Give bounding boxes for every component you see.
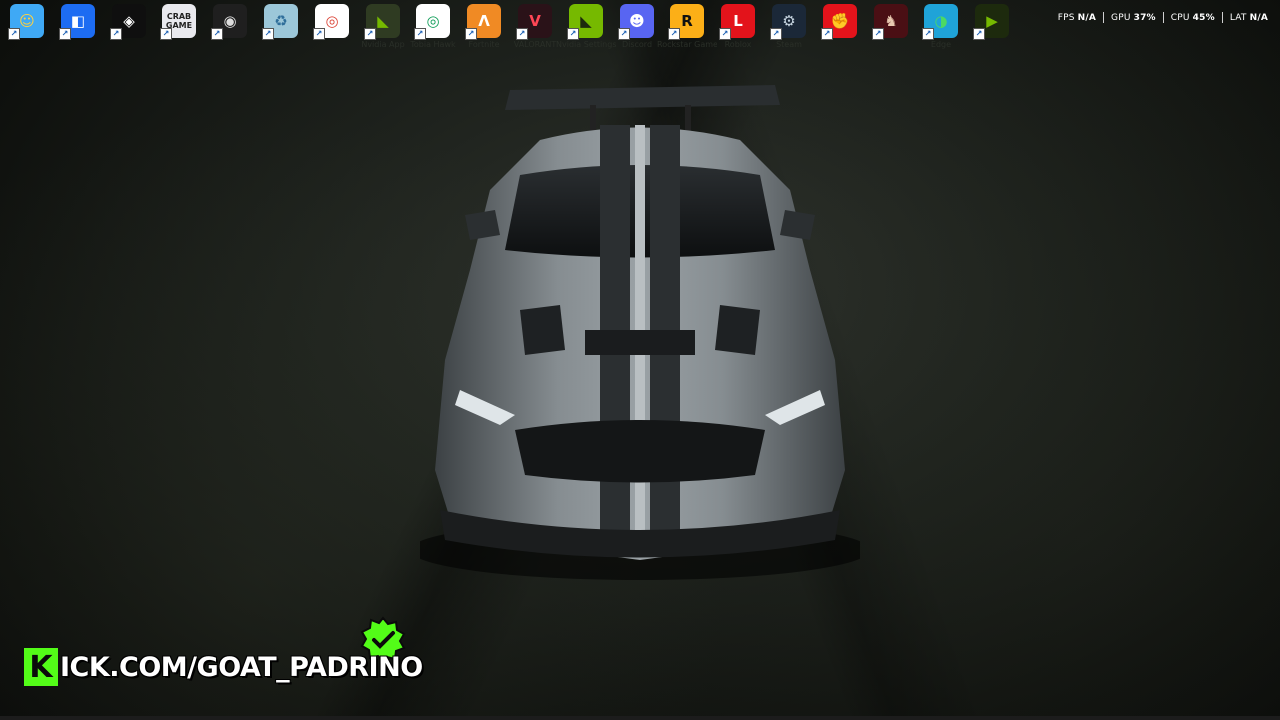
desktop-shortcut[interactable]: ◧ ↗ [53, 4, 103, 60]
roblox-icon: ◈ ↗ [110, 4, 146, 40]
desktop-shortcut[interactable]: ⚙ ↗ Steam [764, 4, 814, 60]
taskbar-edge [0, 716, 1280, 720]
obs-studio-icon: ◉ ↗ [211, 4, 247, 40]
lat-label: LAT [1229, 12, 1247, 23]
shortcut-arrow-icon: ↗ [262, 28, 274, 40]
fps-label: FPS [1057, 12, 1075, 23]
shortcut-arrow-icon: ↗ [618, 28, 630, 40]
gpu-value: 37% [1133, 12, 1156, 23]
shortcut-arrow-icon: ↗ [160, 28, 172, 40]
lat-value: N/A [1249, 12, 1268, 23]
desktop-shortcut[interactable]: ◈ ↗ [104, 4, 154, 60]
nvidia-geforce-icon: ▶ ↗ [973, 4, 1009, 40]
microsoft-edge-icon: ◑ ↗ [922, 4, 958, 40]
shortcut-arrow-icon: ↗ [770, 28, 782, 40]
roblox-red-icon: L ↗ [719, 4, 755, 40]
nvidia-settings-icon: ◣ ↗ [567, 4, 603, 40]
recycle-bin-icon: ♻ ↗ [262, 4, 298, 40]
overlay-divider [1221, 12, 1223, 23]
cpu-value: 45% [1192, 12, 1215, 23]
desktop-shortcut[interactable]: ☻ ↗ Discord [612, 4, 662, 60]
shortcut-arrow-icon: ↗ [821, 28, 833, 40]
desktop-shortcut[interactable]: Λ ↗ Fortnite [459, 4, 509, 60]
overlay-divider [1103, 12, 1105, 23]
shortcut-arrow-icon: ↗ [364, 28, 376, 40]
crab-game-icon: CRAB GAME ↗ [160, 4, 196, 40]
desktop-shortcut[interactable]: L ↗ Roblox [713, 4, 763, 60]
kick-channel-watermark: K ICK.COM/GOAT_PADRINO [24, 646, 423, 688]
desktop-shortcut[interactable]: ▶ ↗ [967, 4, 1017, 60]
shortcut-arrow-icon: ↗ [719, 28, 731, 40]
shortcut-arrow-icon: ↗ [922, 28, 934, 40]
shortcut-arrow-icon: ↗ [110, 28, 122, 40]
shortcut-arrow-icon: ↗ [211, 28, 223, 40]
desktop-shortcut[interactable]: ◉ ↗ [205, 4, 255, 60]
desktop-shortcut[interactable]: V ↗ VALORANT [510, 4, 560, 60]
desktop-shortcut[interactable]: ◣ ↗ Nvidia Settings [556, 4, 616, 60]
discord-icon: ☻ ↗ [618, 4, 654, 40]
gpu-label: GPU [1111, 12, 1131, 23]
kick-channel-url: ICK.COM/GOAT_PADRINO [60, 651, 423, 683]
shortcut-arrow-icon: ↗ [414, 28, 426, 40]
kick-logo-letter: K [24, 648, 58, 686]
shortcut-arrow-icon: ↗ [313, 28, 325, 40]
shortcut-arrow-icon: ↗ [668, 28, 680, 40]
game-character-icon: ♞ ↗ [872, 4, 908, 40]
wallpaper-car-image [420, 85, 860, 580]
nvidia-app-icon: ◣ ↗ [364, 4, 400, 40]
desktop-shortcut[interactable]: ♻ ↗ [256, 4, 306, 60]
stumble-guys-icon: ☺ ↗ [8, 4, 44, 40]
desktop-shortcut[interactable]: ☺ ↗ [2, 4, 52, 60]
fortnite-icon: Λ ↗ [465, 4, 501, 40]
fps-value: N/A [1077, 12, 1097, 23]
cpu-label: CPU [1170, 12, 1190, 23]
shortcut-arrow-icon: ↗ [59, 28, 71, 40]
desktop-shortcut-label: Edge [930, 40, 952, 49]
shortcut-arrow-icon: ↗ [872, 28, 884, 40]
fist-app-icon: ✊ ↗ [821, 4, 857, 40]
overlay-divider [1162, 12, 1164, 23]
rockstar-launcher-icon: R ↗ [668, 4, 704, 40]
desktop-shortcut[interactable]: ◎ ↗ [307, 4, 357, 60]
desktop-icon-row: ☺ ↗ ◧ ↗ ◈ ↗ CRAB GAME ↗ ◉ ↗ ♻ ↗ ◎ ↗ ◣ ↗ Nvidia App ◎ ↗ Tobi… [0, 4, 1010, 60]
roblox-studio-icon: ◧ ↗ [59, 4, 95, 40]
shortcut-arrow-icon: ↗ [465, 28, 477, 40]
chrome-profile-icon: ◎ ↗ [414, 4, 450, 40]
desktop-shortcut-label: Steam [776, 40, 802, 49]
desktop-shortcut[interactable]: ◎ ↗ Tobia Hawk [408, 4, 458, 60]
shortcut-arrow-icon: ↗ [567, 28, 579, 40]
google-chrome-icon: ◎ ↗ [313, 4, 349, 40]
shortcut-arrow-icon: ↗ [973, 28, 985, 40]
desktop-shortcut[interactable]: ♞ ↗ [866, 4, 916, 60]
shortcut-arrow-icon: ↗ [516, 28, 528, 40]
steam-icon: ⚙ ↗ [770, 4, 806, 40]
desktop-shortcut[interactable]: CRAB GAME ↗ [154, 4, 204, 60]
valorant-icon: V ↗ [516, 4, 552, 40]
desktop-shortcut[interactable]: ◑ ↗ Edge [916, 4, 966, 60]
desktop-shortcut[interactable]: ◣ ↗ Nvidia App [358, 4, 408, 60]
desktop-shortcut[interactable]: R ↗ Rockstar Games [657, 4, 717, 60]
desktop-shortcut[interactable]: ✊ ↗ [815, 4, 865, 60]
performance-overlay: FPS N/A GPU 37% CPU 45% LAT N/A [1058, 12, 1268, 23]
shortcut-arrow-icon: ↗ [8, 28, 20, 40]
